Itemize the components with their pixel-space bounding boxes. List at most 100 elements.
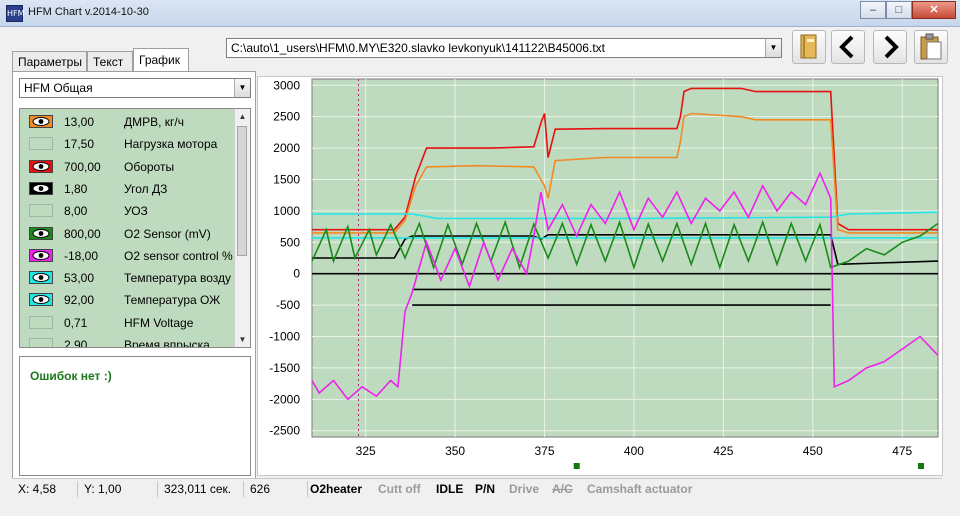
file-path-value: C:\auto\1_users\HFM\0.MY\E320.slavko lev…: [231, 41, 605, 55]
eye-icon[interactable]: [29, 271, 53, 285]
time-readout: 323,011 сек.: [158, 481, 244, 497]
chevron-down-icon[interactable]: ▼: [234, 79, 250, 97]
window-title: HFM Chart v.2014-10-30: [28, 6, 149, 18]
channel-list-scrollbar[interactable]: ▲ ▼: [234, 109, 250, 347]
channel-group-select[interactable]: HFM Общая ▼: [19, 78, 251, 98]
channel-value: 13,00: [64, 115, 95, 129]
y-tick-label: -1500: [269, 361, 300, 375]
range-marker: [573, 463, 580, 469]
channel-value: 700,00: [64, 159, 101, 174]
channel-name: Угол ДЗ: [124, 181, 168, 196]
y-readout: Y: 1,00: [84, 482, 122, 496]
eye-icon[interactable]: [29, 159, 53, 173]
hidden-channel-icon[interactable]: [29, 204, 53, 218]
channel-list: 2,90 Время впрыска 0,71 HFM Voltage 92,00 Тем…: [19, 108, 251, 348]
channel-value: 800,00: [64, 226, 101, 241]
status-flag: O2heater: [310, 482, 363, 496]
status-flag: Camshaft actuator: [587, 482, 693, 496]
status-flag: P/N: [475, 482, 496, 496]
channel-value: 2,90: [64, 338, 88, 348]
channel-name: Обороты: [124, 159, 175, 174]
tab-chart[interactable]: График: [133, 48, 189, 72]
next-button[interactable]: [873, 30, 907, 64]
channel-row[interactable]: 1,80 Угол ДЗ: [20, 178, 234, 200]
channel-name: Температура возду: [124, 271, 232, 286]
channel-name: O2 sensor control %: [124, 248, 233, 263]
channel-row[interactable]: -18,00 O2 sensor control %: [20, 245, 234, 267]
y-readout-cell: Y: 1,00: [78, 481, 158, 497]
channel-value: 1,80: [64, 181, 88, 196]
y-tick-label: 0: [293, 267, 300, 281]
errors-panel: Ошибок нет :): [19, 356, 251, 476]
y-tick-label: 2000: [273, 141, 300, 155]
eye-icon[interactable]: [29, 248, 53, 262]
tab-text[interactable]: Текст: [87, 51, 133, 71]
paste-button[interactable]: [914, 30, 948, 64]
scroll-thumb[interactable]: [237, 126, 247, 256]
eye-icon[interactable]: [29, 293, 53, 307]
channel-row[interactable]: 2,90 Время впрыска: [20, 334, 234, 348]
hidden-channel-icon[interactable]: [29, 315, 53, 329]
x-tick-label: 400: [624, 444, 644, 458]
scroll-up-icon[interactable]: ▲: [235, 109, 250, 124]
channel-name: ДМРВ, кг/ч: [124, 115, 185, 129]
channel-group-value: HFM Общая: [24, 81, 93, 95]
channel-name: УОЗ: [124, 204, 148, 219]
channel-value: 0,71: [64, 315, 88, 330]
channel-row[interactable]: 800,00 O2 Sensor (mV): [20, 223, 234, 245]
channel-name: Нагрузка мотора: [124, 137, 218, 152]
close-button[interactable]: ✕: [912, 1, 956, 19]
channel-value: -18,00: [64, 248, 99, 263]
channel-row[interactable]: 13,00 ДМРВ, кг/ч: [20, 111, 234, 133]
next-arrow-icon: [884, 35, 899, 59]
status-flag: Drive: [509, 482, 540, 496]
x-tick-label: 350: [445, 444, 465, 458]
maximize-button[interactable]: □: [886, 1, 912, 19]
y-tick-label: -1000: [269, 330, 300, 344]
prev-button[interactable]: [831, 30, 865, 64]
y-tick-label: 1500: [273, 172, 300, 186]
y-tick-label: -500: [276, 298, 300, 312]
open-book-button[interactable]: [792, 30, 826, 64]
x-tick-label: 325: [356, 444, 376, 458]
app-icon: HFM: [6, 5, 25, 22]
eye-icon[interactable]: [29, 226, 53, 240]
tab-parameters[interactable]: Параметры: [12, 51, 87, 71]
errors-text: Ошибок нет :): [30, 369, 112, 383]
clipboard-icon: [920, 33, 942, 60]
channel-row[interactable]: 8,00 УОЗ: [20, 200, 234, 222]
file-path-select[interactable]: C:\auto\1_users\HFM\0.MY\E320.slavko lev…: [226, 38, 782, 58]
y-tick-label: -2500: [269, 424, 300, 438]
channel-name: O2 Sensor (mV): [124, 226, 211, 241]
channel-name: Температура ОЖ: [124, 293, 221, 308]
prev-arrow-icon: [839, 35, 854, 59]
chart-svg[interactable]: 3000 2500 2000 1500 1000 500 0 -500 -1000 -1500 -2…: [258, 77, 942, 475]
status-flag: Cutt off: [378, 482, 421, 496]
hidden-channel-icon[interactable]: [29, 137, 53, 151]
range-marker: [918, 463, 924, 469]
status-bar: X: 4,58 Y: 1,00 323,011 сек. 626 O2heate…: [12, 478, 942, 499]
channel-row[interactable]: 92,00 Температура ОЖ: [20, 289, 234, 311]
eye-icon[interactable]: [29, 115, 53, 128]
channel-row[interactable]: 17,50 Нагрузка мотора: [20, 133, 234, 155]
y-tick-label: -2000: [269, 392, 300, 406]
y-tick-label: 1000: [273, 204, 300, 218]
x-tick-label: 450: [803, 444, 823, 458]
channel-value: 17,50: [64, 137, 95, 152]
y-tick-label: 3000: [273, 78, 300, 92]
status-flag: A/C: [552, 482, 573, 496]
y-tick-label: 2500: [273, 110, 300, 124]
channel-value: 53,00: [64, 271, 95, 286]
eye-icon[interactable]: [29, 181, 53, 195]
minimize-button[interactable]: –: [860, 1, 886, 19]
chart-area[interactable]: 3000 2500 2000 1500 1000 500 0 -500 -1000 -1500 -2…: [257, 76, 943, 476]
x-tick-label: 475: [892, 444, 912, 458]
x-tick-label: 425: [713, 444, 733, 458]
channel-row[interactable]: 53,00 Температура возду: [20, 267, 234, 289]
channel-row[interactable]: 700,00 Обороты: [20, 156, 234, 178]
chevron-down-icon[interactable]: ▼: [765, 39, 781, 57]
scroll-down-icon[interactable]: ▼: [235, 332, 250, 347]
x-tick-label: 375: [534, 444, 554, 458]
channel-row[interactable]: 0,71 HFM Voltage: [20, 312, 234, 334]
hidden-channel-icon[interactable]: [29, 338, 53, 347]
